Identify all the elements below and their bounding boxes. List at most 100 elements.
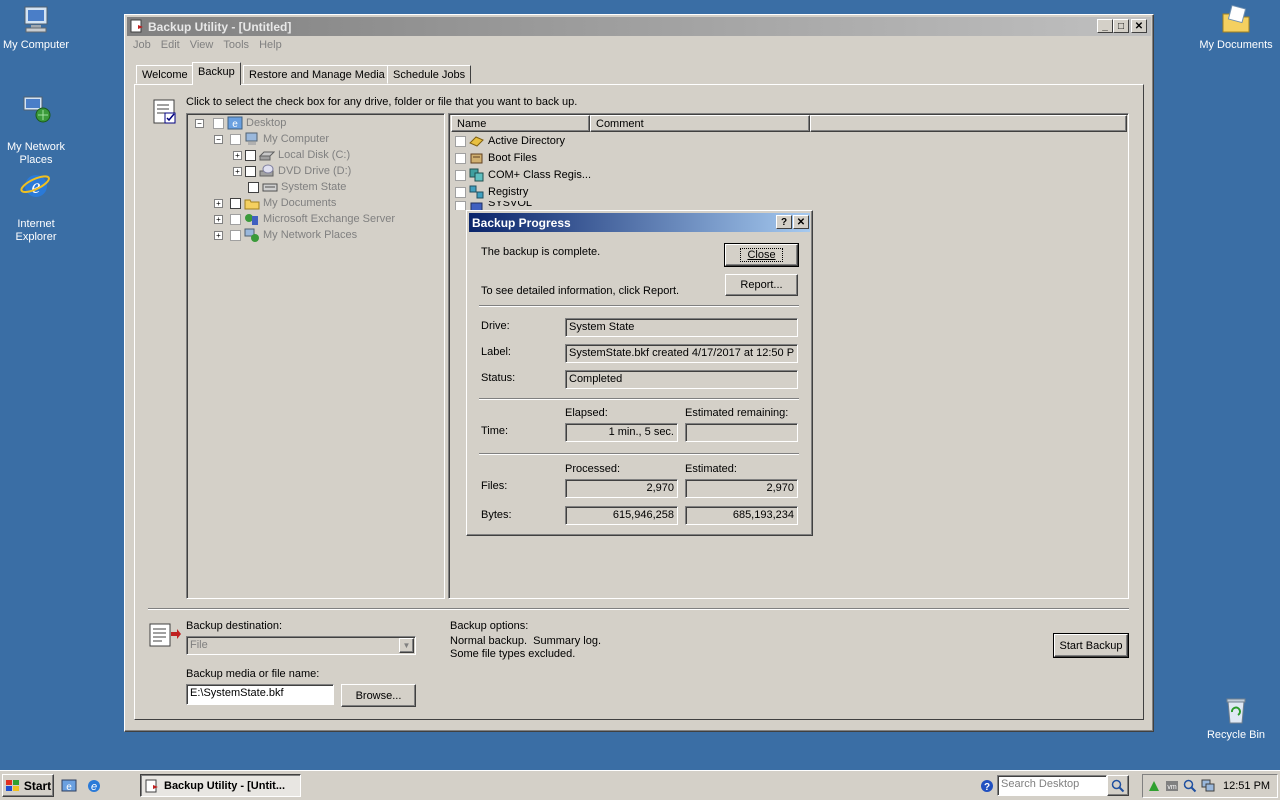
- backup-complete-message: The backup is complete.: [481, 246, 601, 258]
- processed-header: Processed:: [565, 463, 621, 475]
- list-item[interactable]: Boot Files: [455, 150, 537, 166]
- help-circle-icon[interactable]: ?: [980, 779, 994, 793]
- column-header-name[interactable]: Name: [451, 115, 590, 132]
- network-places-small-icon: [244, 228, 259, 242]
- start-button[interactable]: Start: [2, 774, 54, 797]
- my-documents-small-icon: [244, 199, 260, 210]
- active-directory-icon: [469, 136, 484, 147]
- dvd-drive-icon: [259, 164, 274, 177]
- menu-tools[interactable]: Tools: [223, 39, 249, 55]
- close-dialog-icon[interactable]: ✕: [793, 215, 809, 229]
- tree-item-network-places[interactable]: + My Network Places: [214, 227, 357, 243]
- tab-backup[interactable]: Backup: [192, 62, 241, 85]
- svg-text:e: e: [232, 119, 238, 130]
- dialog-title: Backup Progress: [472, 216, 571, 230]
- chevron-down-icon[interactable]: ▼: [399, 638, 414, 653]
- status-label: Status:: [481, 372, 516, 384]
- search-button[interactable]: [1107, 775, 1129, 796]
- my-documents-icon: [1222, 4, 1250, 33]
- desktop-icon-my-computer[interactable]: My Computer: [0, 4, 76, 52]
- window-titlebar[interactable]: Backup Utility - [Untitled] _ □ ✕: [127, 17, 1151, 36]
- expand-icon[interactable]: +: [233, 150, 242, 160]
- tree-item-system-state[interactable]: System State: [248, 179, 346, 195]
- menu-job[interactable]: Job: [133, 39, 151, 55]
- tree-checkbox[interactable]: [245, 149, 256, 161]
- tree-checkbox[interactable]: [230, 133, 241, 145]
- list-checkbox[interactable]: [455, 169, 466, 181]
- expand-icon[interactable]: +: [214, 214, 223, 224]
- tree-checkbox[interactable]: [230, 213, 241, 225]
- tray-search-icon[interactable]: [1183, 779, 1197, 793]
- remaining-header: Estimated remaining:: [685, 407, 789, 419]
- start-backup-button[interactable]: Start Backup: [1053, 633, 1129, 658]
- menu-help[interactable]: Help: [259, 39, 282, 55]
- tree-item-dvd-drive[interactable]: + DVD Drive (D:): [233, 163, 351, 179]
- help-button[interactable]: ?: [776, 215, 792, 229]
- tab-restore[interactable]: Restore and Manage Media: [243, 65, 391, 84]
- windows-logo-icon: [5, 779, 19, 791]
- tree-item-my-computer[interactable]: − My Computer: [214, 131, 329, 147]
- list-checkbox[interactable]: [455, 201, 466, 210]
- tree-item-exchange-server[interactable]: + Microsoft Exchange Server: [214, 211, 395, 227]
- menu-view[interactable]: View: [190, 39, 214, 55]
- tree-item-local-disk[interactable]: + Local Disk (C:): [233, 147, 350, 163]
- label-label: Label:: [481, 346, 511, 358]
- list-item[interactable]: Active Directory: [455, 133, 565, 149]
- expand-icon[interactable]: +: [233, 166, 242, 176]
- report-hint: To see detailed information, click Repor…: [481, 285, 680, 297]
- clock: 12:51 PM: [1223, 780, 1271, 792]
- close-button[interactable]: Close: [724, 243, 799, 267]
- tray-network-icon[interactable]: [1201, 779, 1215, 793]
- list-item[interactable]: Registry: [455, 184, 528, 200]
- taskbar-task-backup-utility[interactable]: Backup Utility - [Untit...: [140, 774, 301, 797]
- desktop-icon-network-places[interactable]: My Network Places: [0, 80, 76, 167]
- close-window-button[interactable]: ✕: [1131, 19, 1147, 33]
- quick-launch-desktop-icon[interactable]: e: [61, 778, 77, 794]
- search-desktop-input[interactable]: Search Desktop: [997, 775, 1107, 796]
- backup-destination-select[interactable]: File ▼: [186, 636, 416, 655]
- tree-pane[interactable]: − e Desktop − My Computer + Local Disk (…: [186, 113, 445, 599]
- tab-welcome[interactable]: Welcome: [136, 65, 194, 84]
- list-checkbox[interactable]: [455, 186, 466, 198]
- list-checkbox[interactable]: [455, 152, 466, 164]
- tree-item-desktop[interactable]: − e Desktop: [195, 115, 286, 131]
- expand-icon[interactable]: +: [214, 198, 223, 208]
- maximize-button[interactable]: □: [1113, 19, 1129, 33]
- list-item[interactable]: COM+ Class Regis...: [455, 167, 591, 183]
- expand-icon[interactable]: +: [214, 230, 223, 240]
- bytes-label: Bytes:: [481, 509, 512, 521]
- remaining-field: [685, 423, 798, 442]
- search-icon: [1111, 779, 1125, 792]
- tray-vmware-icon[interactable]: vm: [1165, 779, 1179, 793]
- list-checkbox[interactable]: [455, 135, 466, 147]
- tree-item-my-documents[interactable]: + My Documents: [214, 195, 336, 211]
- svg-text:e: e: [66, 782, 72, 793]
- desktop-icon-my-documents[interactable]: My Documents: [1196, 4, 1276, 52]
- tree-checkbox[interactable]: [245, 165, 256, 177]
- tree-checkbox[interactable]: [213, 117, 224, 129]
- elapsed-header: Elapsed:: [565, 407, 608, 419]
- minimize-button[interactable]: _: [1097, 19, 1113, 33]
- tree-checkbox[interactable]: [230, 229, 241, 241]
- network-places-icon: [23, 96, 51, 123]
- desktop-icon-internet-explorer[interactable]: e Internet Explorer: [0, 157, 76, 244]
- hard-disk-icon: [259, 151, 275, 161]
- collapse-icon[interactable]: −: [195, 118, 204, 128]
- list-item[interactable]: SYSVOL: [455, 201, 532, 210]
- dialog-separator: [479, 305, 799, 307]
- desktop-icon-recycle-bin[interactable]: Recycle Bin: [1196, 694, 1276, 742]
- drive-field: System State: [565, 318, 798, 337]
- dialog-titlebar[interactable]: Backup Progress ? ✕: [469, 213, 810, 232]
- tray-app-icon[interactable]: [1147, 779, 1161, 793]
- collapse-icon[interactable]: −: [214, 134, 223, 144]
- tree-checkbox[interactable]: [230, 197, 241, 209]
- column-header-comment[interactable]: Comment: [590, 115, 810, 132]
- menu-edit[interactable]: Edit: [161, 39, 180, 55]
- tree-checkbox[interactable]: [248, 181, 259, 193]
- desktop-folder-icon: e: [227, 116, 243, 130]
- report-button[interactable]: Report...: [725, 274, 798, 296]
- backup-media-input[interactable]: E:\SystemState.bkf: [186, 684, 334, 705]
- tab-schedule[interactable]: Schedule Jobs: [387, 65, 472, 84]
- browse-button[interactable]: Browse...: [341, 684, 416, 707]
- quick-launch-ie-icon[interactable]: e: [86, 778, 102, 794]
